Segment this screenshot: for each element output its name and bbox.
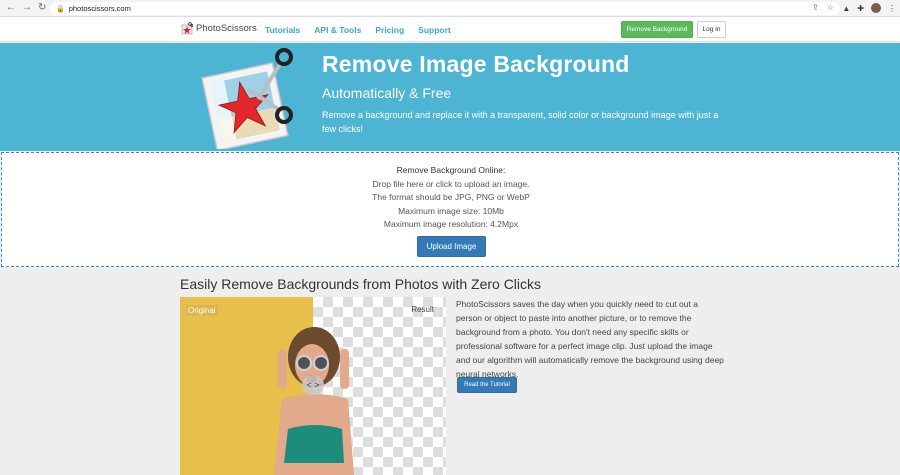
dropzone-line: The format should be JPG, PNG or WebP — [372, 192, 530, 202]
nav-api-tools[interactable]: API & Tools — [314, 25, 361, 35]
reload-icon[interactable]: ↻ — [38, 3, 46, 13]
extension-icon[interactable]: ▲ — [842, 4, 850, 13]
lock-icon: 🔒 — [56, 5, 65, 13]
logo[interactable]: PhotoScissors — [181, 22, 257, 35]
dropzone-line: Drop file here or click to upload an ima… — [372, 178, 530, 189]
back-icon[interactable]: ← — [6, 3, 16, 13]
upload-image-button[interactable]: Upload Image — [417, 236, 486, 257]
browser-toolbar: ← → ↻ 🔒 photoscissors.com ⇪ ☆ ▲ ✚ ⋮ — [0, 0, 900, 17]
remove-background-button[interactable]: Remove Background — [621, 21, 693, 38]
comparison-slider-handle[interactable]: < > — [302, 375, 324, 395]
hero-banner: Remove Image Background Automatically & … — [0, 43, 900, 151]
hero-description: Remove a background and replace it with … — [322, 110, 719, 134]
result-label: Result — [411, 305, 434, 314]
before-after-comparison[interactable]: Original Result < > — [180, 297, 446, 475]
bookmark-star-icon[interactable]: ☆ — [827, 3, 834, 12]
upload-dropzone[interactable]: Remove Background Online: Drop file here… — [1, 152, 899, 267]
scissors-logo-icon — [181, 22, 193, 35]
dropzone-line: Maximum image resolution: 4.2Mpx — [383, 219, 519, 229]
dropzone-line: Maximum image size: 10Mb — [398, 205, 504, 216]
logo-text: PhotoScissors — [196, 23, 257, 34]
url-text: photoscissors.com — [68, 4, 131, 13]
nav-support[interactable]: Support — [418, 25, 451, 35]
address-bar[interactable]: 🔒 photoscissors.com ⇪ ☆ — [50, 2, 840, 15]
puzzle-icon[interactable]: ✚ — [857, 4, 864, 13]
read-tutorial-button[interactable]: Read the Tutorial — [457, 377, 517, 393]
site-header: PhotoScissors Tutorials API & Tools Pric… — [0, 17, 900, 42]
section-description: PhotoScissors saves the day when you qui… — [456, 299, 724, 379]
dropzone-instructions: Remove Background Online: Drop file here… — [2, 164, 900, 232]
nav-tutorials[interactable]: Tutorials — [265, 25, 300, 35]
browser-nav: ← → ↻ — [0, 3, 54, 13]
hero-title: Remove Image Background — [322, 51, 630, 77]
woman-photo — [274, 327, 354, 475]
section-title: Easily Remove Backgrounds from Photos wi… — [180, 276, 542, 292]
scissors-photo-illustration — [201, 48, 293, 149]
forward-icon[interactable]: → — [22, 3, 32, 13]
share-icon[interactable]: ⇪ — [812, 3, 819, 12]
extensions-area: ▲ ✚ ⋮ — [842, 3, 896, 13]
dropzone-heading: Remove Background Online: — [396, 165, 506, 175]
login-button[interactable]: Log In — [697, 21, 726, 38]
hero-subtitle: Automatically & Free — [322, 85, 452, 101]
profile-avatar[interactable] — [871, 3, 881, 13]
original-label: Original — [186, 305, 218, 316]
menu-icon[interactable]: ⋮ — [888, 4, 896, 13]
main-nav: Tutorials API & Tools Pricing Support — [265, 25, 451, 35]
nav-pricing[interactable]: Pricing — [375, 25, 404, 35]
